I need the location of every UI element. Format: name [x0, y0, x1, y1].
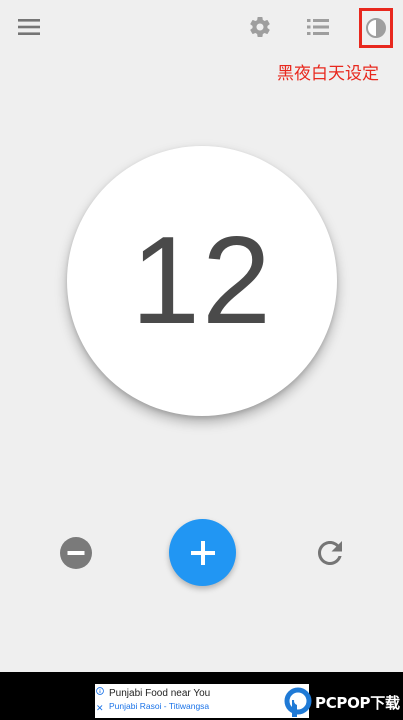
theme-toggle-button[interactable]: [359, 8, 393, 48]
reset-button[interactable]: [311, 534, 349, 572]
minus-circle-icon: [60, 537, 92, 569]
refresh-icon: [318, 541, 342, 565]
decrement-button[interactable]: [58, 535, 94, 571]
gear-icon: [250, 17, 270, 38]
ad-title: Punjabi Food near You: [109, 688, 211, 699]
ad-subtitle: Punjabi Rasoi - Titiwangsa: [109, 701, 210, 711]
menu-button[interactable]: [12, 12, 46, 42]
half-circle-contrast-icon: [366, 18, 386, 38]
list-button[interactable]: [302, 12, 334, 42]
theme-annotation-label: 黑夜白天设定: [277, 64, 379, 84]
ad-info-icon[interactable]: [96, 687, 104, 695]
ad-close-icon[interactable]: ✕: [96, 703, 104, 713]
counter-display[interactable]: 12: [67, 146, 337, 416]
ad-banner[interactable]: ✕ Punjabi Food near You Punjabi Rasoi - …: [95, 684, 309, 718]
watermark-text: PCPOP下载: [315, 693, 400, 712]
counter-value: 12: [131, 212, 273, 350]
plus-icon: [190, 540, 215, 565]
increment-button[interactable]: [169, 519, 236, 586]
watermark-logo-icon: [284, 687, 312, 717]
top-toolbar: [0, 0, 403, 56]
ad-banner-bar: ✕ Punjabi Food near You Punjabi Rasoi - …: [0, 672, 403, 720]
watermark: PCPOP下载: [283, 686, 400, 718]
list-icon: [307, 19, 329, 35]
hamburger-menu-icon: [18, 19, 40, 35]
settings-button[interactable]: [245, 12, 275, 42]
